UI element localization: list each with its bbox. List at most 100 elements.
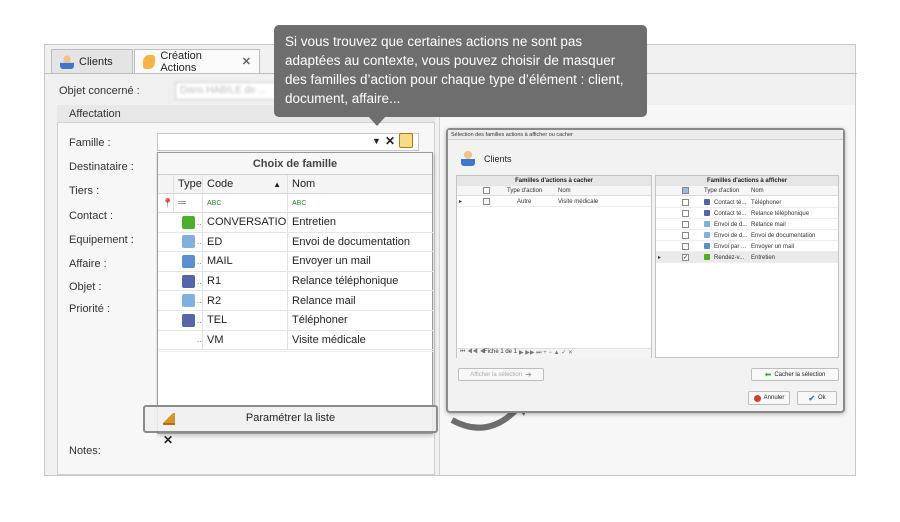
arrow-right-icon: ➔ xyxy=(525,370,532,379)
list-item[interactable]: .. R2 Relance mail xyxy=(158,291,434,311)
filter-equals-icon: ═ xyxy=(174,194,203,212)
action-type-icon xyxy=(704,199,710,205)
list-item[interactable]: Envoi de d... Relance mail xyxy=(656,219,838,230)
filter-code[interactable]: ABC xyxy=(203,194,288,212)
dialog-subtitle: Clients xyxy=(484,154,512,164)
tooltip-pointer xyxy=(368,116,386,126)
close-tab-icon[interactable]: ✕ xyxy=(242,55,251,68)
clear-icon[interactable]: ✕ xyxy=(385,134,395,148)
hand-pointer-icon xyxy=(143,54,156,69)
list-item[interactable]: .. TEL Téléphoner xyxy=(158,311,434,331)
row-nom: Relance téléphonique xyxy=(288,271,434,291)
cancel-button[interactable]: Annuler xyxy=(748,391,790,405)
contact-label: Contact : xyxy=(69,210,114,222)
cancel-icon xyxy=(753,394,761,402)
list-item[interactable]: .. VM Visite médicale xyxy=(158,330,434,351)
tab-clients[interactable]: Clients xyxy=(51,49,133,73)
row-checkbox[interactable] xyxy=(682,243,689,250)
col-type[interactable]: Type xyxy=(174,175,203,193)
priorite-label: Priorité : xyxy=(69,303,110,315)
col-code[interactable]: Code ▲ xyxy=(203,175,288,193)
list-item[interactable]: ▸ Autre Visite médicale xyxy=(457,197,651,207)
action-type-icon xyxy=(704,254,710,260)
ok-button[interactable]: ✔ Ok xyxy=(797,391,837,405)
mail-icon xyxy=(182,254,195,268)
cacher-selection-button[interactable]: ⬅ Cacher la sélection xyxy=(751,368,839,381)
person-icon xyxy=(60,54,74,69)
dropdown-arrow-icon[interactable]: ▼ xyxy=(372,136,381,146)
row-code: R1 xyxy=(203,271,288,291)
action-type-icon xyxy=(704,243,710,249)
list-item[interactable]: .. R1 Relance téléphonique xyxy=(158,271,434,292)
document-icon xyxy=(182,294,195,308)
close-list-icon[interactable]: ✕ xyxy=(163,433,173,447)
person-icon xyxy=(461,150,475,166)
row-nom: Visite médicale xyxy=(288,330,434,350)
objet-concerne-label: Objet concerné : xyxy=(59,85,140,97)
col-type-action: Type d'action xyxy=(507,188,543,194)
col-nom: Nom xyxy=(751,188,764,194)
green-person-icon xyxy=(182,215,195,229)
row-checkbox[interactable] xyxy=(682,232,689,239)
selection-dialog: Sélection des familles actions à affiche… xyxy=(446,128,845,413)
row-checkbox[interactable] xyxy=(483,198,490,205)
list-item[interactable]: Envoi par ... Envoyer un mail xyxy=(656,241,838,252)
affectation-title: Affectation xyxy=(69,108,121,120)
sort-asc-icon: ▲ xyxy=(273,179,281,189)
list-item[interactable]: Envoi de d... Envoi de documentation xyxy=(656,230,838,241)
dropdown-header: Type Code ▲ Nom xyxy=(158,175,434,194)
col-nom: Nom xyxy=(558,188,571,194)
help-tooltip: Si vous trouvez que certaines actions ne… xyxy=(274,25,647,117)
row-nom: Envoyer un mail xyxy=(288,252,434,271)
action-type-icon xyxy=(704,232,710,238)
filter-row[interactable]: 📍 ═ ABC ABC xyxy=(158,194,434,213)
row-code: MAIL xyxy=(203,252,288,271)
famille-label: Famille : xyxy=(69,137,111,149)
notes-label: Notes: xyxy=(69,445,101,457)
row-code: TEL xyxy=(203,311,288,330)
list-item[interactable]: Contact té... Relance téléphonique xyxy=(656,208,838,219)
pager-nav-icon[interactable]: ⏮ ◀◀ ◀ xyxy=(460,349,485,356)
row-code: CONVERSATION xyxy=(203,213,288,232)
phone-icon xyxy=(182,274,195,288)
document-icon xyxy=(182,235,195,249)
list-item[interactable]: .. CONVERSATION Entretien xyxy=(158,213,434,233)
row-nom: Entretien xyxy=(288,213,434,232)
edit-list-icon[interactable] xyxy=(399,133,413,148)
list-item[interactable]: ▸ ✓ Rendez-v... Entretien xyxy=(656,252,838,263)
row-code: R2 xyxy=(203,291,288,310)
action-type-icon xyxy=(704,221,710,227)
row-checkbox[interactable] xyxy=(682,221,689,228)
list-item[interactable]: .. ED Envoi de documentation xyxy=(158,232,434,253)
row-nom: Relance mail xyxy=(288,291,434,310)
dropdown-title: Choix de famille xyxy=(158,153,432,175)
row-code: ED xyxy=(203,232,288,252)
tab-creation-actions[interactable]: Création Actions ✕ xyxy=(134,49,260,74)
pin-icon: 📍 xyxy=(158,194,174,212)
select-all-checkbox[interactable] xyxy=(483,187,490,194)
row-nom: Téléphoner xyxy=(288,311,434,330)
list-item[interactable]: .. MAIL Envoyer un mail xyxy=(158,252,434,272)
dialog-title: Sélection des familles actions à affiche… xyxy=(451,132,573,138)
parametrer-liste-bar[interactable]: Paramétrer la liste xyxy=(143,405,438,433)
row-checkbox[interactable]: ✓ xyxy=(682,254,689,261)
row-checkbox[interactable] xyxy=(682,199,689,206)
tab-creation-actions-label: Création Actions xyxy=(160,49,202,74)
select-all-checkbox[interactable] xyxy=(682,187,689,194)
arrow-left-icon: ⬅ xyxy=(764,370,772,379)
affaire-label: Affaire : xyxy=(69,258,107,270)
tiers-label: Tiers : xyxy=(69,185,100,197)
shown-families-list: Familles d'actions à afficher Type d'act… xyxy=(655,175,839,358)
pager-controls-icon[interactable]: ▶ ▶▶ ⏭ + − ▲ ✓ ✕ xyxy=(519,349,573,357)
row-checkbox[interactable] xyxy=(682,210,689,217)
col-type-action: Type d'action xyxy=(704,188,740,194)
action-type-icon xyxy=(704,210,710,216)
destinataire-label: Destinataire : xyxy=(69,161,134,173)
list-item[interactable]: Contact té... Téléphoner xyxy=(656,197,838,208)
afficher-selection-button[interactable]: Afficher la sélection ➔ xyxy=(458,368,544,381)
tab-clients-label: Clients xyxy=(79,55,113,68)
phone-icon xyxy=(182,313,195,327)
hidden-families-list: Familles d'actions à cacher Type d'actio… xyxy=(456,175,652,358)
col-nom[interactable]: Nom xyxy=(288,175,434,193)
filter-nom[interactable]: ABC xyxy=(288,194,434,212)
